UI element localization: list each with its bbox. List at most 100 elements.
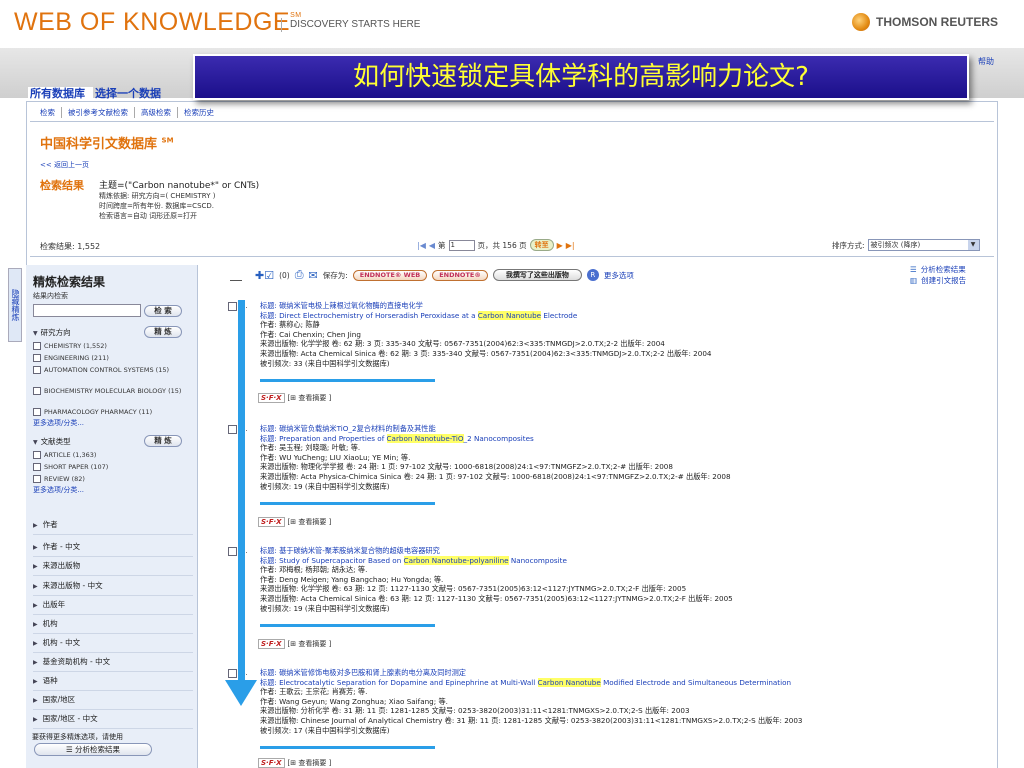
record-body: 标题: 碳纳米管修饰电极对多巴胺和肾上腺素的电分离及同时测定 标题: Elect… [260, 668, 803, 735]
more-options-link[interactable]: 更多选项 [604, 270, 634, 281]
subtab-search[interactable]: 检索 [34, 107, 62, 118]
first-page-icon[interactable]: |◀ [417, 241, 426, 250]
title-highlight: Carbon Nanotube-TiO [386, 433, 464, 443]
record-checkbox[interactable] [228, 425, 237, 434]
view-abstract-link[interactable]: [⊞ 查看摘要 ] [288, 758, 332, 768]
refine-option[interactable]: CHEMISTRY (1,552) [33, 342, 193, 350]
record-title-en[interactable]: 标题: Electrocatalytic Separation for Dopa… [260, 677, 803, 688]
refine-option[interactable]: ENGINEERING (211) [33, 354, 193, 362]
refine-section-language[interactable]: ▶ 语种 [33, 673, 193, 691]
refine-section-year[interactable]: ▶ 出版年 [33, 597, 193, 615]
subtab-cited-reference-search[interactable]: 被引参考文献检索 [62, 107, 135, 118]
results-refine-info: 精炼依据: 研究方向=( CHEMISTRY ) [99, 192, 216, 200]
more-options-link[interactable]: 更多选项/分类... [33, 418, 84, 428]
checkbox[interactable] [33, 366, 41, 374]
subtab-advanced-search[interactable]: 高级检索 [135, 107, 178, 118]
researcherid-icon[interactable]: R [586, 269, 599, 281]
subtab-search-history[interactable]: 检索历史 [178, 107, 220, 118]
wok-logo-text: WEB OF KNOWLEDGE [14, 8, 291, 36]
refine-section-author[interactable]: ▶ 作者 [33, 517, 193, 535]
checkbox[interactable] [33, 354, 41, 362]
record-checkbox[interactable] [228, 302, 237, 311]
refine-option[interactable]: REVIEW (82) [33, 475, 193, 483]
refine-option[interactable]: PHARMACOLOGY PHARMACY (11) [33, 408, 193, 416]
checkbox[interactable] [33, 408, 41, 416]
record-title-en[interactable]: 标题: Direct Electrochemistry of Horseradi… [260, 310, 711, 321]
citation-report-link[interactable]: ▥ 创建引文报告 [910, 275, 966, 286]
record-author-cn: 作者: 王歌云; 王宗花; 肖赛芳; 等. [260, 687, 368, 697]
refine-section-country[interactable]: ▶ 国家/地区 [33, 692, 193, 710]
checkbox[interactable] [33, 387, 41, 395]
record-title-en[interactable]: 标题: Preparation and Properties of Carbon… [260, 433, 731, 444]
refine-section-country-cn[interactable]: ▶ 国家/地区 - 中文 [33, 711, 193, 729]
refine-button-document-type[interactable]: 精 炼 [144, 435, 182, 447]
help-link[interactable]: 帮助 [978, 56, 994, 67]
sort-select[interactable]: 被引频次 (降序) ▼ [867, 239, 980, 251]
refine-option[interactable]: AUTOMATION CONTROL SYSTEMS (15) [33, 366, 193, 374]
prev-page-icon[interactable]: ◀ [429, 241, 435, 250]
view-abstract-link[interactable]: [⊞ 查看摘要 ] [288, 393, 332, 403]
researcherid-button[interactable]: 我撰写了这些出版物 [492, 269, 582, 281]
search-within-input[interactable] [33, 304, 141, 317]
analyze-results-button[interactable]: ☰ 分析检索结果 [34, 743, 152, 756]
title-text: 标题: Preparation and Properties of [260, 433, 387, 443]
refine-section-author-cn[interactable]: ▶ 作者 - 中文 [33, 539, 193, 557]
checkbox[interactable] [33, 342, 41, 350]
tab-select-database[interactable]: 选择一个数据 [93, 87, 169, 101]
hide-refine-tab[interactable]: 隐藏精炼 [8, 268, 22, 342]
go-button[interactable]: 转至 [529, 239, 554, 251]
database-tabs: 所有数据库 选择一个数据 [28, 87, 169, 101]
back-link[interactable]: << 返回上一页 [40, 160, 89, 170]
record-title-cn[interactable]: 标题: 碳纳米管电极上辣根过氧化物酶的直接电化学 [260, 301, 711, 311]
record-title-cn[interactable]: 标题: 碳纳米管负载纳米TiO_2复合材料的制备及其性能 [260, 424, 731, 434]
record-author-en: 作者: Cai Chenxin; Chen Jing [260, 329, 361, 339]
record-author-en: 作者: Wang Geyun; Wang Zonghua; Xiao Saifa… [260, 696, 448, 706]
page-number-input[interactable]: 1 [448, 239, 475, 251]
email-icon[interactable]: ✉ [309, 269, 318, 282]
analyze-results-link[interactable]: ☰ 分析检索结果 [910, 264, 966, 275]
view-abstract-link[interactable]: [⊞ 查看摘要 ] [288, 517, 332, 527]
view-abstract-link[interactable]: [⊞ 查看摘要 ] [288, 639, 332, 649]
last-page-icon[interactable]: ▶| [566, 241, 575, 250]
checkbox[interactable] [33, 451, 41, 459]
wok-logo[interactable]: WEB OF KNOWLEDGESM [14, 8, 302, 37]
refine-section-org[interactable]: ▶ 机构 [33, 616, 193, 634]
analyze-results-link-label: 分析检索结果 [920, 265, 966, 274]
title-text: Modified Electrode and Simultaneous Dete… [600, 677, 792, 687]
refine-option[interactable]: BIOCHEMISTRY MOLECULAR BIOLOGY (15) [33, 387, 193, 395]
divider [30, 256, 994, 257]
endnote-web-button[interactable]: ENDNOTE® WEB [352, 269, 428, 281]
database-title-mark: SM [161, 136, 174, 145]
refine-section-funding-cn[interactable]: ▶ 基金资助机构 - 中文 [33, 654, 193, 672]
sfx-button[interactable]: S·F·X [258, 639, 285, 649]
tab-all-databases[interactable]: 所有数据库 [28, 87, 93, 101]
record-checkbox[interactable] [228, 547, 237, 556]
more-options-link[interactable]: 更多选项/分类... [33, 485, 84, 495]
page-prefix: 第 [438, 240, 446, 250]
record-title-cn[interactable]: 标题: 碳纳米管修饰电极对多巴胺和肾上腺素的电分离及同时测定 [260, 668, 803, 678]
refine-section-label: 国家/地区 [42, 695, 76, 704]
next-page-icon[interactable]: ▶ [557, 241, 563, 250]
refine-section-research-area[interactable]: ▼ 研究方向 [33, 327, 71, 338]
refine-section-org-cn[interactable]: ▶ 机构 - 中文 [33, 635, 193, 653]
record-title-en[interactable]: 标题: Study of Supercapacitor Based on Car… [260, 555, 733, 566]
refine-section-document-type[interactable]: ▼ 文献类型 [33, 436, 71, 447]
search-within-button[interactable]: 检 索 [144, 305, 182, 317]
refine-option-label: AUTOMATION CONTROL SYSTEMS (15) [44, 366, 170, 374]
print-icon[interactable]: ⎙ [295, 268, 304, 282]
record-title-cn[interactable]: 标题: 基于碳纳米管-聚苯胺纳米复合物的超级电容器研究 [260, 546, 733, 556]
marked-list-icon[interactable]: ✚☑ [255, 269, 274, 282]
checkbox[interactable] [33, 475, 41, 483]
refine-option[interactable]: SHORT PAPER (107) [33, 463, 193, 471]
endnote-button[interactable]: ENDNOTE® [432, 269, 488, 281]
title-highlight: Carbon Nanotube [537, 677, 601, 687]
sfx-button[interactable]: S·F·X [258, 393, 285, 403]
refine-section-source[interactable]: ▶ 来源出版物 [33, 558, 193, 576]
refine-button-research-area[interactable]: 精 炼 [144, 326, 182, 338]
record-checkbox[interactable] [228, 669, 237, 678]
sfx-button[interactable]: S·F·X [258, 758, 285, 768]
checkbox[interactable] [33, 463, 41, 471]
sfx-button[interactable]: S·F·X [258, 517, 285, 527]
refine-section-source-cn[interactable]: ▶ 来源出版物 - 中文 [33, 578, 193, 596]
refine-option[interactable]: ARTICLE (1,363) [33, 451, 193, 459]
